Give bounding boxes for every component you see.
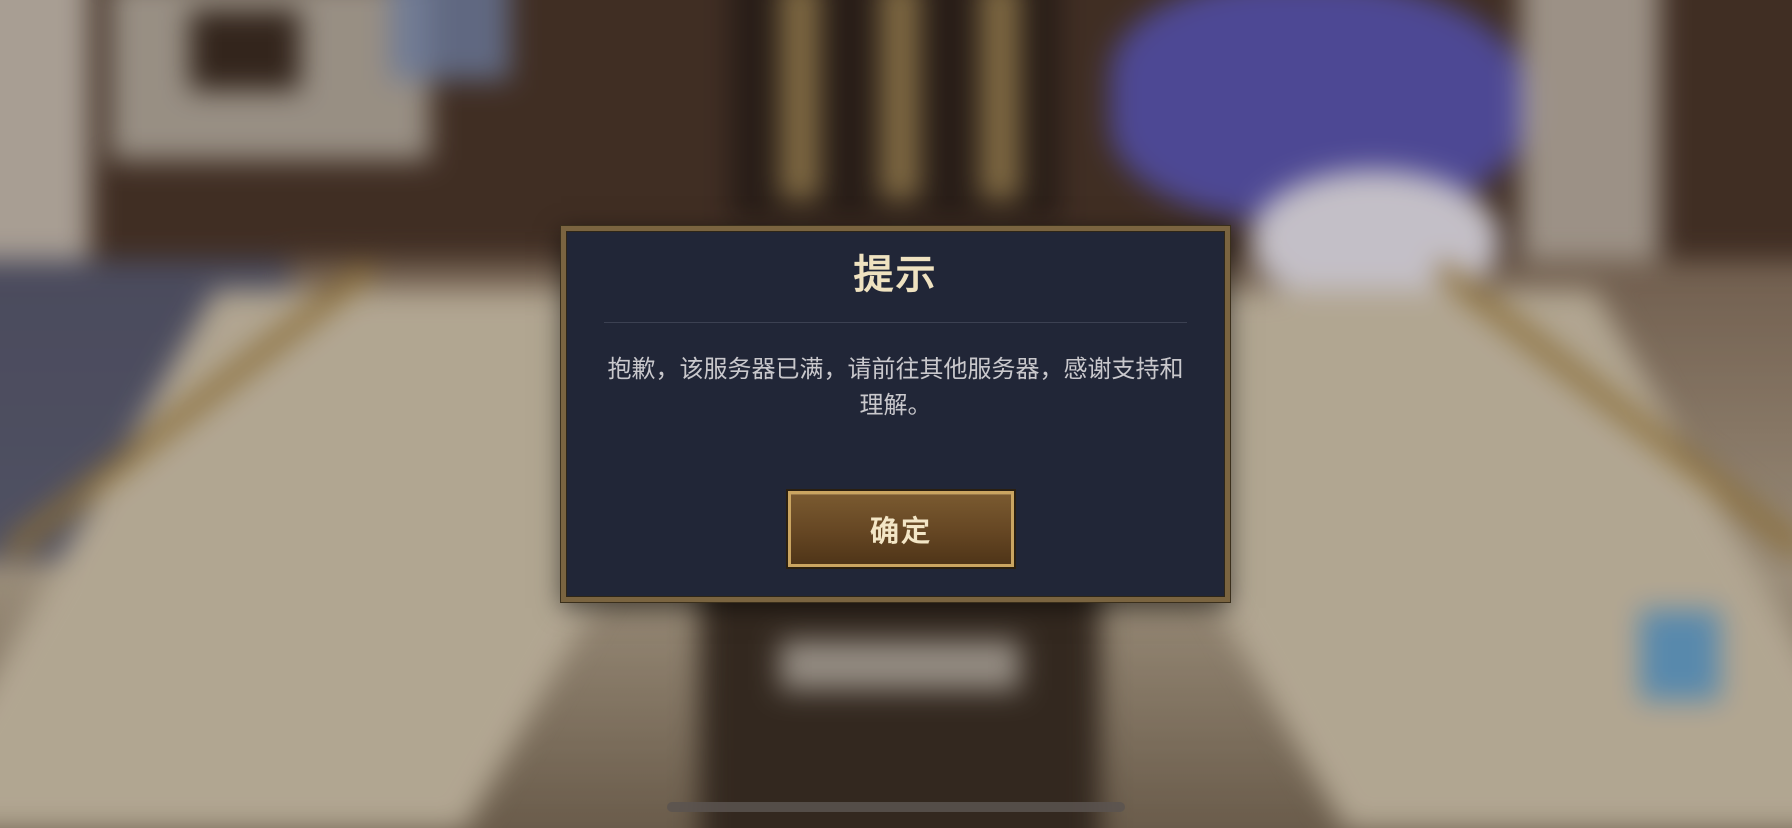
confirm-button[interactable]: 确定 — [788, 491, 1014, 567]
confirm-button-label: 确定 — [869, 514, 932, 548]
server-full-dialog: 提示 抱歉，该服务器已满，请前往其他服务器，感谢支持和理解。 确定 — [561, 226, 1230, 602]
dialog-title: 提示 — [853, 252, 938, 298]
home-indicator-bar[interactable] — [667, 802, 1125, 812]
dialog-message: 抱歉，该服务器已满，请前往其他服务器，感谢支持和理解。 — [607, 355, 1184, 419]
dialog-divider — [604, 322, 1187, 323]
